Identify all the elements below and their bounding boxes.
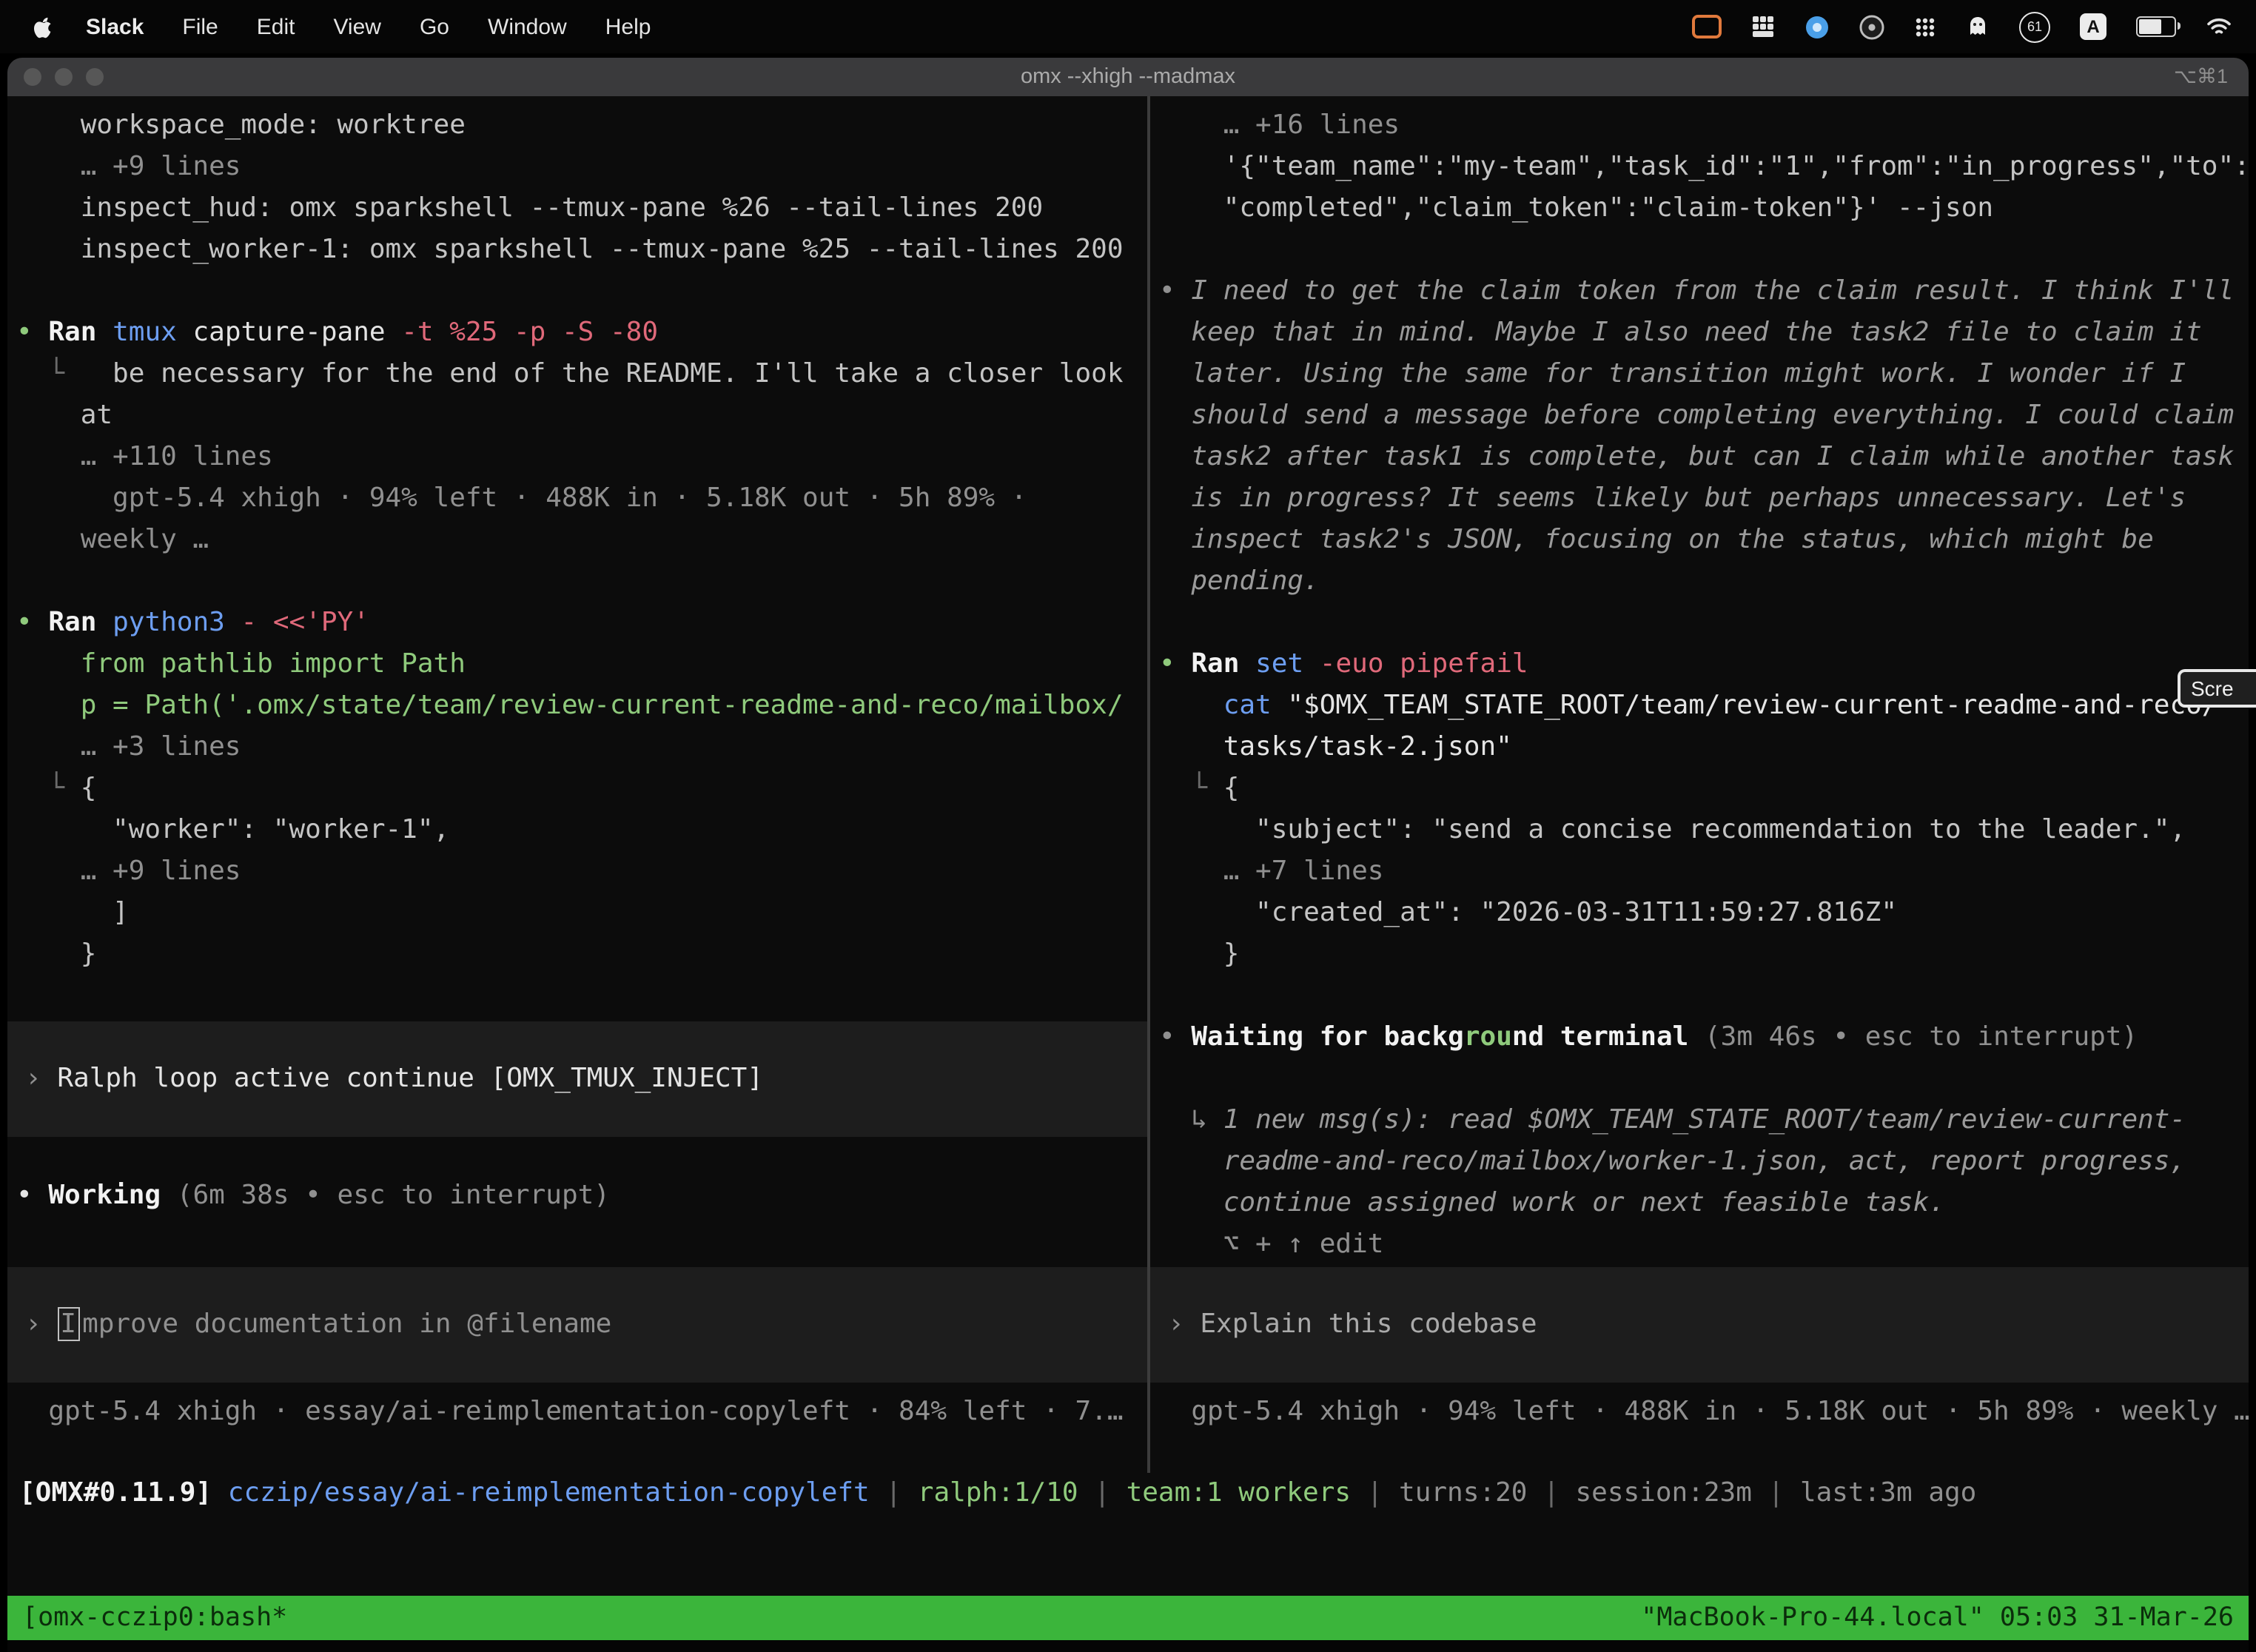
tmux-status-bar: [omx-cczip0:bash* "MacBook-Pro-44.local"… — [7, 1596, 2249, 1640]
window-titlebar[interactable]: omx --xhigh --madmax ⌥⌘1 — [7, 58, 2249, 96]
menu-bar: Slack File Edit View Go Window Help 61 — [0, 0, 2256, 53]
right-model-status-line: gpt-5.4 xhigh · 94% left · 488K in · 5.1… — [1159, 1391, 2249, 1433]
keyboard-grid-icon[interactable] — [1751, 15, 1775, 38]
window-shortcut-hint: ⌥⌘1 — [2174, 65, 2249, 89]
prompt-input-left[interactable]: › Improve documentation in @filename — [7, 1267, 1147, 1383]
window-title: omx --xhigh --madmax — [7, 65, 2249, 89]
ralph-loop-banner[interactable]: › Ralph loop active continue [OMX_TMUX_I… — [7, 1021, 1147, 1137]
working-status-line: • Working (6m 38s • esc to interrupt) — [16, 1175, 1147, 1217]
terminal-window: omx --xhigh --madmax ⌥⌘1 workspace_mode:… — [7, 58, 2249, 1652]
input-source-icon[interactable]: A — [2080, 13, 2106, 40]
left-model-status-line: gpt-5.4 xhigh · essay/ai-reimplementatio… — [16, 1391, 1147, 1433]
left-scrollback: workspace_mode: worktree … +9 lines insp… — [16, 105, 1147, 976]
apple-menu-icon[interactable] — [33, 14, 53, 39]
tmux-host-time: "MacBook-Pro-44.local" 05:03 31-Mar-26 — [1641, 1596, 2234, 1640]
menu-go[interactable]: Go — [420, 14, 449, 39]
menu-view[interactable]: View — [333, 14, 381, 39]
app-blue-icon[interactable] — [1805, 14, 1830, 39]
wifi-icon[interactable] — [2206, 16, 2232, 37]
tmux-session-info: [omx-cczip0:bash* — [22, 1596, 287, 1640]
right-scrollback: … +16 lines '{"team_name":"my-team","tas… — [1159, 105, 2249, 976]
omx-status-line: [OMX#0.11.9] cczip/essay/ai-reimplementa… — [7, 1473, 2249, 1514]
macos-desktop: Slack File Edit View Go Window Help 61 — [0, 0, 2256, 1652]
waiting-block: • Waiting for background terminal (3m 46… — [1159, 976, 2249, 1266]
menu-file[interactable]: File — [182, 14, 218, 39]
tmux-pane-left[interactable]: workspace_mode: worktree … +9 lines insp… — [7, 96, 1147, 1473]
viewport: Slack File Edit View Go Window Help 61 — [0, 0, 2256, 1652]
menu-help[interactable]: Help — [605, 14, 651, 39]
terminal-content: workspace_mode: worktree … +9 lines insp… — [7, 96, 2249, 1473]
dots-grid-icon[interactable] — [1914, 16, 1936, 38]
screen-recording-icon[interactable] — [1692, 15, 1722, 38]
menu-bar-status-icons: 61 A — [1692, 11, 2232, 42]
battery-percentage-badge[interactable]: 61 — [2019, 11, 2050, 42]
terminal-filler — [7, 1514, 2249, 1596]
menu-edit[interactable]: Edit — [257, 14, 295, 39]
active-app-menu[interactable]: Slack — [86, 14, 144, 39]
ghost-app-icon[interactable] — [1966, 15, 1990, 38]
below-status-strip — [7, 1640, 2249, 1652]
tmux-pane-right[interactable]: … +16 lines '{"team_name":"my-team","tas… — [1150, 96, 2249, 1473]
menu-window[interactable]: Window — [488, 14, 567, 39]
battery-icon[interactable] — [2136, 16, 2176, 37]
prompt-input-right[interactable]: › Explain this codebase — [1150, 1267, 2249, 1383]
app-disc-icon[interactable] — [1859, 14, 1884, 39]
screen-edge-popup[interactable]: Scre — [2178, 669, 2256, 708]
